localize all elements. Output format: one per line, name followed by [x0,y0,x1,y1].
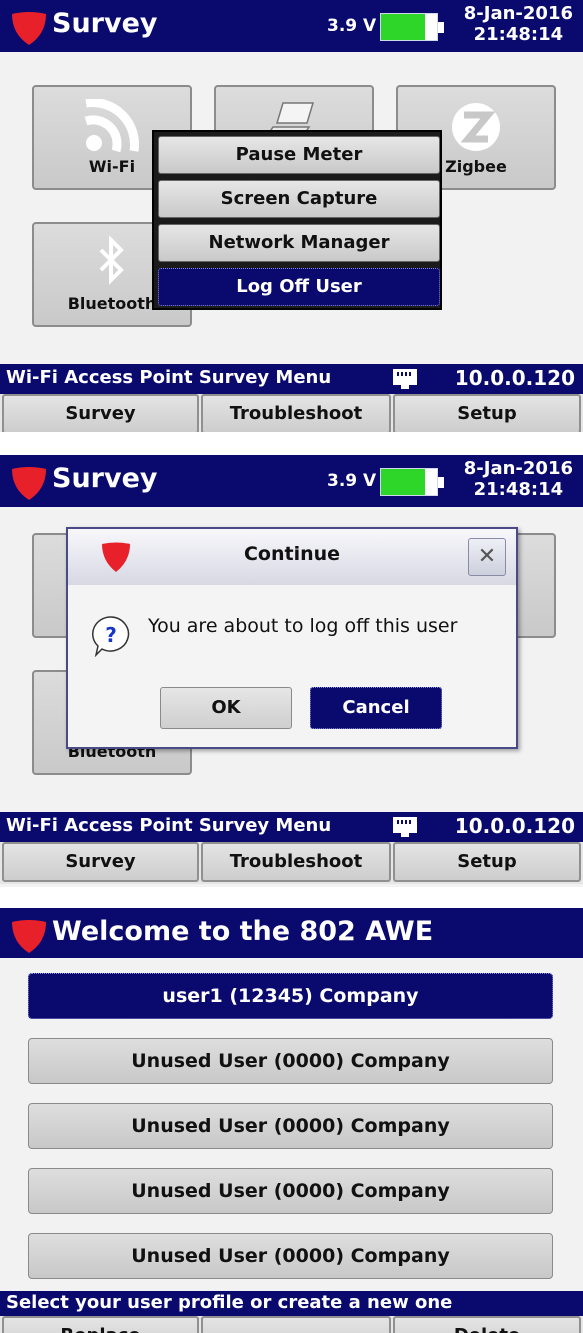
status-text: Wi-Fi Access Point Survey Menu [6,815,332,836]
tab-setup[interactable]: Setup [393,842,581,882]
delete-button[interactable]: Delete [393,1316,581,1333]
ip-address: 10.0.0.120 [454,814,575,838]
welcome-title: Welcome to the 802 AWE [52,916,434,947]
context-menu: Pause Meter Screen Capture Network Manag… [152,130,442,310]
user-profile-item[interactable]: Unused User (0000) Company [28,1233,553,1279]
replace-button[interactable]: Replace [2,1316,199,1333]
user-profile-item[interactable]: Unused User (0000) Company [28,1168,553,1214]
question-icon: ? [92,616,130,657]
button-bar: Replace Delete [0,1316,583,1333]
title-bar: Welcome to the 802 AWE [0,908,583,958]
time: 21:48:14 [473,24,564,45]
menu-item-screen-capture[interactable]: Screen Capture [158,180,440,218]
app-title: Survey [52,463,158,494]
menu-item-pause-meter[interactable]: Pause Meter [158,136,440,174]
cancel-button[interactable]: Cancel [310,687,442,729]
user-profile-item[interactable]: Unused User (0000) Company [28,1038,553,1084]
svg-text:?: ? [105,623,117,647]
title-bar: Survey 3.9 V 8-Jan-2016 21:48:14 [0,455,583,507]
wifi-icon [84,99,139,153]
status-text: Select your user profile or create a new… [6,1292,453,1313]
empty-button[interactable] [201,1316,391,1333]
logoff-confirm-screen: Survey 3.9 V 8-Jan-2016 21:48:14 Bluetoo… [0,455,583,887]
title-bar: Survey 3.9 V 8-Jan-2016 21:48:14 [0,0,583,52]
user-select-screen: Welcome to the 802 AWE user1 (12345) Com… [0,908,583,1333]
tab-troubleshoot[interactable]: Troubleshoot [201,394,391,432]
tab-bar: Survey Troubleshoot Setup [0,394,583,432]
tab-bar: Survey Troubleshoot Setup [0,842,583,884]
battery-icon [380,468,444,496]
tab-survey[interactable]: Survey [2,842,199,882]
status-text: Wi-Fi Access Point Survey Menu [6,367,332,388]
tab-troubleshoot[interactable]: Troubleshoot [201,842,391,882]
ok-button[interactable]: OK [160,687,292,729]
dialog-header: Continue ✕ [68,529,516,585]
status-bar: Wi-Fi Access Point Survey Menu 10.0.0.12… [0,812,583,842]
date: 8-Jan-2016 [463,458,573,479]
zigbee-icon [452,103,500,151]
ethernet-icon [393,369,417,389]
date: 8-Jan-2016 [463,3,573,24]
ethernet-icon [393,817,417,837]
datetime: 8-Jan-2016 21:48:14 [464,458,573,500]
status-bar: Wi-Fi Access Point Survey Menu 10.0.0.12… [0,364,583,394]
app-title: Survey [52,8,158,39]
battery-voltage: 3.9 V [327,471,377,491]
menu-item-log-off-user[interactable]: Log Off User [158,268,440,306]
ip-address: 10.0.0.120 [454,366,575,390]
dialog-message: You are about to log off this user [148,615,458,637]
battery-icon [380,13,444,41]
survey-menu-screen: Survey 3.9 V 8-Jan-2016 21:48:14 Wi-Fi Z… [0,0,583,432]
status-bar: Select your user profile or create a new… [0,1291,583,1317]
shield-logo-icon [12,467,46,500]
confirm-dialog: Continue ✕ ? You are about to log off th… [66,527,518,749]
user-profile-item[interactable]: Unused User (0000) Company [28,1103,553,1149]
time: 21:48:14 [473,479,564,500]
user-profile-item[interactable]: user1 (12345) Company [28,973,553,1019]
battery-voltage: 3.9 V [327,16,377,36]
shield-logo-icon [12,920,46,953]
shield-logo-icon [12,12,46,45]
tab-setup[interactable]: Setup [393,394,581,432]
bluetooth-icon [99,236,124,285]
datetime: 8-Jan-2016 21:48:14 [464,3,573,45]
dialog-title: Continue [243,543,341,565]
close-icon[interactable]: ✕ [468,538,506,576]
tab-survey[interactable]: Survey [2,394,199,432]
menu-item-network-manager[interactable]: Network Manager [158,224,440,262]
